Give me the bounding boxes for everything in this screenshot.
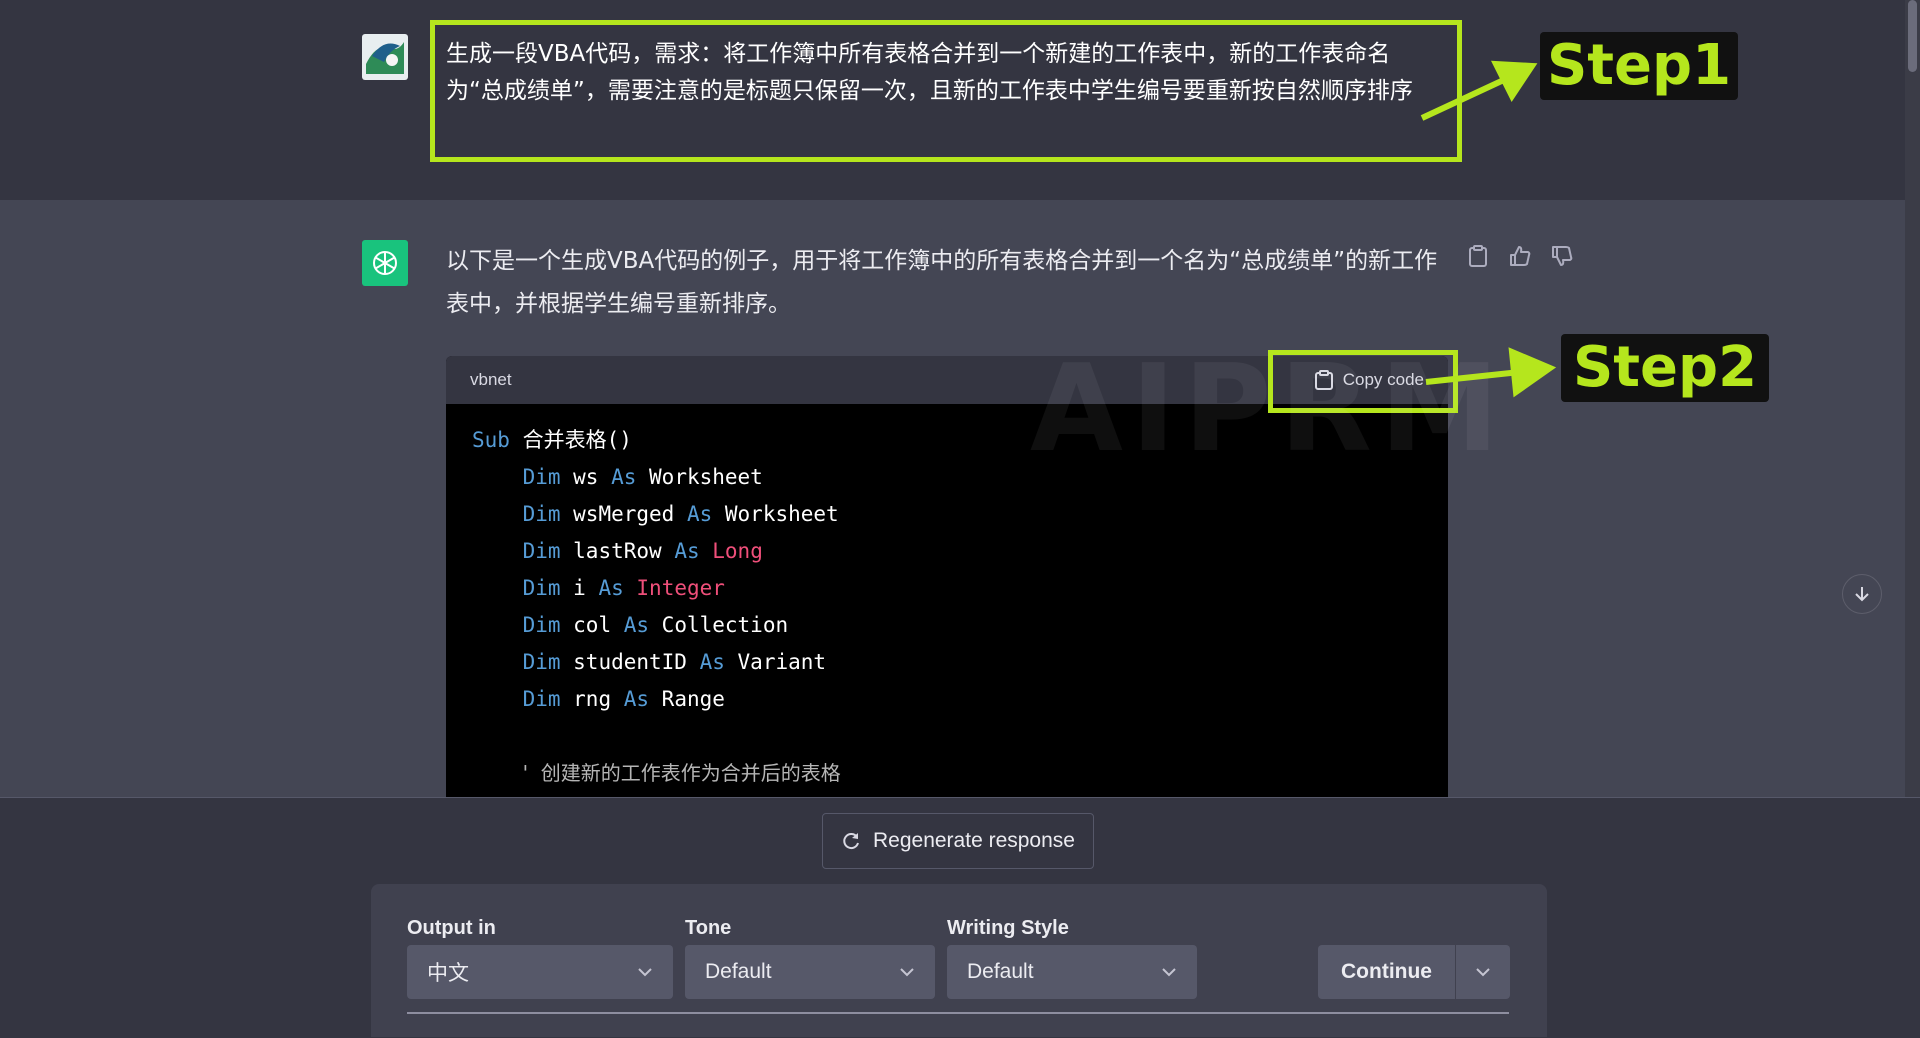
tone-label: Tone	[685, 917, 732, 939]
code-line: Dim i As Integer	[472, 570, 1422, 607]
continue-button-group: Continue	[1318, 945, 1510, 999]
user-message-text: 生成一段VBA代码，需求：将工作簿中所有表格合并到一个新建的工作表中，新的工作表…	[446, 41, 1413, 104]
code-token: ws	[560, 465, 612, 489]
arrow-down-icon	[1855, 587, 1869, 602]
code-line: Dim wsMerged As Worksheet	[472, 496, 1422, 533]
code-token: Integer	[636, 576, 725, 600]
code-line: Dim col As Collection	[472, 607, 1422, 644]
code-token: Worksheet	[712, 502, 839, 526]
clipboard-icon[interactable]	[1466, 244, 1490, 268]
thumbs-down-icon[interactable]	[1550, 244, 1574, 268]
assistant-message-text: 以下是一个生成VBA代码的例子，用于将工作簿中的所有表格合并到一个名为“总成绩单…	[446, 248, 1438, 317]
chevron-down-icon	[638, 968, 652, 977]
code-token: As	[674, 539, 700, 563]
code-token: Dim	[522, 687, 561, 711]
code-token: Worksheet	[636, 465, 763, 489]
scrollbar-thumb[interactable]	[1908, 0, 1917, 72]
code-token: As	[686, 502, 713, 526]
code-token: Variant	[724, 650, 827, 674]
step1-badge: Step1	[1540, 32, 1738, 100]
step2-badge: Step2	[1561, 334, 1769, 402]
output-in-value: 中文	[427, 962, 469, 985]
panel-divider	[407, 1012, 1509, 1014]
chevron-down-icon	[1476, 968, 1490, 977]
continue-button[interactable]: Continue	[1318, 945, 1456, 999]
continue-dropdown-button[interactable]	[1456, 945, 1510, 999]
code-line: Dim rng As Range	[472, 681, 1422, 718]
code-token: As	[699, 650, 725, 674]
thumbs-up-icon[interactable]	[1508, 244, 1532, 268]
chevron-down-icon	[900, 968, 914, 977]
code-token: Collection	[649, 613, 789, 637]
output-in-label: Output in	[407, 917, 496, 939]
code-token: 合并表格()	[509, 428, 632, 452]
code-token: Dim	[522, 650, 561, 674]
code-token: ' 创建新的工作表作为合并后的表格	[522, 761, 841, 785]
code-token: Dim	[522, 465, 561, 489]
code-token: Dim	[522, 613, 561, 637]
writing-style-select[interactable]: Default	[947, 945, 1197, 999]
code-token: Dim	[522, 539, 561, 563]
code-token: lastRow	[560, 539, 675, 563]
tone-select[interactable]: Default	[685, 945, 935, 999]
scrollbar[interactable]	[1905, 0, 1920, 797]
code-line: Dim lastRow As Long	[472, 533, 1422, 570]
code-token: Sub	[472, 428, 510, 452]
writing-style-value: Default	[967, 960, 1034, 983]
watermark: AIPRM	[1030, 340, 1508, 479]
output-in-select[interactable]: 中文	[407, 945, 673, 999]
message-actions	[1466, 244, 1574, 268]
refresh-icon	[843, 833, 859, 850]
code-token: rng	[560, 687, 624, 711]
code-token: Dim	[522, 576, 561, 600]
writing-style-label: Writing Style	[947, 917, 1069, 939]
chatgpt-logo-icon	[362, 240, 408, 286]
code-token: Dim	[522, 502, 561, 526]
code-token: As	[611, 465, 637, 489]
regenerate-label: Regenerate response	[873, 829, 1075, 852]
code-token: As	[623, 613, 650, 637]
code-token: As	[598, 576, 624, 600]
code-token: wsMerged	[560, 502, 687, 526]
code-line: Dim studentID As Variant	[472, 644, 1422, 681]
code-token: Long	[712, 539, 763, 563]
tone-value: Default	[705, 960, 772, 983]
code-language-label: vbnet	[470, 370, 512, 389]
code-token: As	[623, 687, 650, 711]
code-token: i	[560, 576, 599, 600]
code-token: col	[560, 613, 624, 637]
user-avatar	[362, 34, 408, 80]
scroll-to-bottom-button[interactable]	[1842, 574, 1882, 614]
regenerate-response-button[interactable]: Regenerate response	[822, 813, 1094, 869]
chevron-down-icon	[1162, 968, 1176, 977]
code-token: Range	[649, 687, 725, 711]
code-line: ' 创建新的工作表作为合并后的表格	[472, 755, 1422, 792]
code-token: studentID	[560, 650, 700, 674]
